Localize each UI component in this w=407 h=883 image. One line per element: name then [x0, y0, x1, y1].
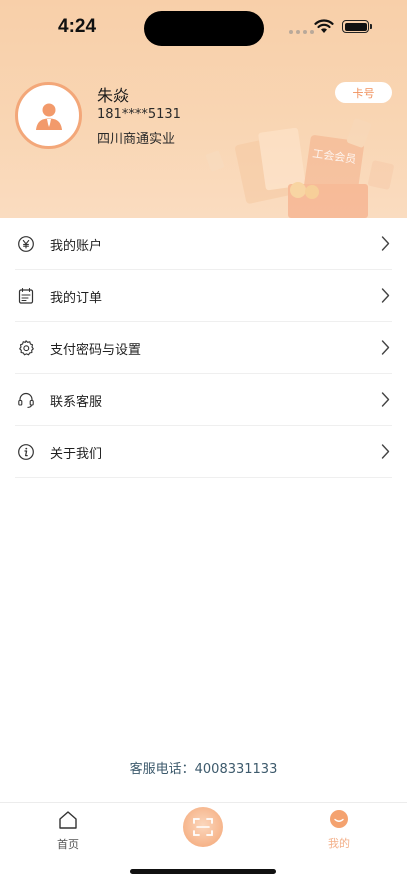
tab-mine[interactable]: 我的: [319, 809, 359, 851]
avatar[interactable]: [15, 82, 82, 149]
chevron-right-icon: [381, 392, 390, 407]
member-illustration: 工会会员: [205, 118, 394, 218]
tab-home[interactable]: 首页: [48, 809, 88, 852]
scan-icon: [193, 818, 213, 836]
home-indicator: [130, 869, 276, 874]
dynamic-island: [144, 11, 264, 46]
wifi-icon: [314, 19, 334, 33]
battery-icon: [342, 20, 369, 33]
status-time: 4:24: [58, 16, 97, 37]
menu-label: 关于我们: [50, 447, 103, 462]
menu-label: 我的账户: [50, 239, 103, 254]
info-icon: [18, 444, 34, 460]
profile-header: 4:24 工会会员 朱焱 181****5131 四川商通实业 卡号: [0, 0, 407, 218]
calendar-order-icon: [18, 287, 34, 304]
card-number-button[interactable]: 卡号: [335, 82, 392, 103]
chevron-right-icon: [381, 444, 390, 459]
signal-icon: [289, 30, 314, 34]
yen-icon: [18, 236, 34, 252]
menu-list: 我的账户 我的订单 支付密码与设置 联系客服 关于我们: [0, 218, 407, 478]
gear-icon: [19, 340, 34, 356]
menu-label: 联系客服: [50, 395, 103, 410]
chevron-right-icon: [381, 340, 390, 355]
menu-item-customer-service[interactable]: 联系客服: [15, 374, 392, 426]
menu-label: 我的订单: [50, 291, 103, 306]
menu-item-account[interactable]: 我的账户: [15, 218, 392, 270]
menu-item-orders[interactable]: 我的订单: [15, 270, 392, 322]
status-bar: 4:24: [0, 0, 407, 56]
tab-mine-label: 我的: [328, 837, 350, 850]
menu-item-about-us[interactable]: 关于我们: [15, 426, 392, 478]
user-phone: 181****5131: [97, 107, 181, 122]
user-avatar-icon: [35, 103, 62, 130]
service-phone[interactable]: 客服电话：4008331133: [0, 758, 407, 777]
scan-button[interactable]: [183, 807, 223, 847]
chevron-right-icon: [381, 236, 390, 251]
menu-item-payment-settings[interactable]: 支付密码与设置: [15, 322, 392, 374]
home-icon: [59, 811, 77, 829]
user-company: 四川商通实业: [97, 132, 176, 147]
headset-icon: [18, 392, 34, 408]
mine-icon: [330, 810, 348, 828]
chevron-right-icon: [381, 288, 390, 303]
tab-home-label: 首页: [57, 838, 79, 851]
user-name: 朱焱: [97, 86, 130, 105]
menu-label: 支付密码与设置: [50, 343, 142, 358]
